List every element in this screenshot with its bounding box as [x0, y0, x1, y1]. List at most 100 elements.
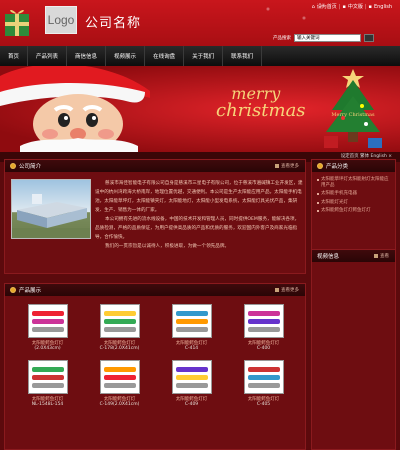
product-thumbnail[interactable]: [27, 304, 68, 338]
nav-item-about[interactable]: 关于我们: [184, 46, 224, 66]
bullet-icon: [10, 287, 16, 293]
nav-item-video[interactable]: 视频展示: [106, 46, 146, 66]
company-name: 公司名称: [85, 16, 142, 31]
product-code: C-414: [184, 346, 199, 351]
category-item[interactable]: 太阳能鳄鱼灯灯鳄鱼灯灯: [317, 208, 390, 214]
product-image: [247, 311, 280, 332]
product-grid: 太阳能鳄鱼灯灯 (2.0X43cm) 太阳能鳄鱼灯灯 C-178(2.0X41cm) 太…: [19, 304, 292, 407]
video-more-link[interactable]: 查看: [374, 253, 389, 259]
bullet-icon: [317, 163, 323, 169]
intro-text: 慈溪市海佳智能电子有限公司自身是慈溪市三星电子有限公司，位于慈溪市遍碱镇工业开发…: [95, 179, 303, 251]
tree-caption: Merry Christmas: [331, 112, 375, 118]
category-item[interactable]: 太阳能手机充电器: [317, 191, 390, 197]
video-more-label: 查看: [380, 254, 389, 259]
product-image: [31, 367, 64, 388]
logo[interactable]: Logo: [45, 6, 77, 34]
products-more-link[interactable]: 查看更多: [275, 287, 299, 293]
intro-title: 公司简介: [19, 164, 42, 170]
product-thumbnail[interactable]: [99, 304, 140, 338]
main-nav: 首页 产品列表 商信信息 视频展示 在线询盘 关于我们 联系我们: [0, 46, 400, 66]
product-card[interactable]: 太阳能鳄鱼灯灯 C-409: [163, 360, 220, 407]
category-panel: 产品分类 太阳能草坪灯太阳能射灯太阳能应用产品 太阳能手机充电器 太阳能灯光灯 …: [311, 159, 396, 254]
products-more-label: 查看更多: [281, 288, 299, 293]
product-image: [175, 311, 208, 332]
company-intro-panel: 公司简介 查看更多 慈溪市海佳智能电子有限公司自身是慈溪市三星电子有限公司，位于…: [4, 159, 306, 274]
product-code: C-149(2.0X41cm): [99, 402, 140, 407]
separator: |: [364, 3, 367, 10]
arrow-icon: [275, 288, 279, 292]
product-card[interactable]: 太阳能鳄鱼灯灯 C-178(2.0X41cm): [91, 304, 148, 351]
nav-item-products[interactable]: 产品列表: [28, 46, 68, 66]
top-link-chinese[interactable]: 中文版: [348, 3, 363, 10]
video-title: 视频信息: [317, 254, 340, 260]
arrow-icon: [275, 164, 279, 168]
christmas-tree-icon: Merry Christmas: [324, 69, 382, 148]
search-input[interactable]: [294, 34, 361, 42]
nav-item-home[interactable]: 首页: [0, 46, 29, 66]
video-panel: 视频信息 查看: [311, 249, 396, 450]
product-code: C-178(2.0X41cm): [99, 346, 140, 351]
factory-building-illustration: [12, 194, 90, 238]
product-thumbnail[interactable]: [243, 304, 284, 338]
category-title: 产品分类: [326, 164, 349, 170]
intro-paragraph: 我们的一贯宗旨是以诚待人，积极进取，为做一个领先品牌。: [105, 244, 230, 249]
flag-icon: ▪: [368, 3, 372, 10]
top-link-set-home[interactable]: 设为首页: [317, 3, 337, 10]
banner-line-2: christmas: [216, 100, 306, 121]
intro-paragraph: 慈溪市海佳智能电子有限公司自身是慈溪市三星电子有限公司，位于慈溪市遍碱镇工业开发…: [95, 181, 303, 213]
bullet-icon: [10, 163, 16, 169]
logo-text: Logo: [47, 13, 75, 27]
products-title: 产品展示: [19, 288, 42, 294]
product-code: C-405: [256, 402, 271, 407]
nav-item-contact[interactable]: 联系我们: [223, 46, 263, 66]
product-thumbnail[interactable]: [171, 304, 212, 338]
category-header: 产品分类: [312, 160, 395, 172]
category-item[interactable]: 太阳能灯光灯: [317, 200, 390, 206]
christmas-banner: merry christmas Merry Christmas: [0, 66, 400, 152]
banner-greeting: merry christmas: [206, 86, 306, 120]
nav-item-inquiry[interactable]: 在线询盘: [145, 46, 185, 66]
intro-more-link[interactable]: 查看更多: [275, 163, 299, 169]
gift-box-icon: [5, 9, 29, 36]
search-label: 产品搜索: [273, 36, 291, 41]
flag-icon: ▪: [342, 3, 346, 10]
factory-photo: [11, 179, 91, 239]
product-thumbnail[interactable]: [171, 360, 212, 394]
video-header: 视频信息 查看: [312, 250, 395, 262]
product-code: C-400: [256, 346, 271, 351]
home-icon: ⌂: [311, 3, 315, 10]
top-link-english[interactable]: English: [374, 4, 392, 10]
intro-header: 公司简介 查看更多: [5, 160, 305, 172]
product-card[interactable]: 太阳能鳄鱼灯灯 C-149(2.0X41cm): [91, 360, 148, 407]
santa-illustration: [0, 66, 150, 152]
products-header: 产品展示 查看更多: [5, 284, 305, 296]
product-image: [31, 311, 64, 332]
intro-paragraph: 本公司拥有先进的流水线设备，中国的技术开发和管理人员，同时提供OEM服务，能解决…: [95, 217, 300, 240]
separator: |: [338, 3, 341, 10]
product-code: NL-1548L-154: [31, 402, 64, 407]
product-code: C-409: [184, 402, 199, 407]
products-panel: 产品展示 查看更多 太阳能鳄鱼灯灯 (2.0X43cm) 太阳能鳄鱼灯灯 C-178(…: [4, 283, 306, 450]
intro-more-label: 查看更多: [281, 164, 299, 169]
product-image: [103, 311, 136, 332]
product-image: [103, 367, 136, 388]
product-card[interactable]: 太阳能鳄鱼灯灯 C-405: [235, 360, 292, 407]
product-card[interactable]: 太阳能鳄鱼灯灯 NL-1548L-154: [19, 360, 76, 407]
product-image: [247, 367, 280, 388]
arrow-icon: [374, 254, 378, 258]
product-code: (2.0X43cm): [34, 346, 61, 351]
product-thumbnail[interactable]: [99, 360, 140, 394]
search-bar: 产品搜索: [273, 34, 374, 42]
top-links: ⌂ 设为首页 | ▪ 中文版 | ▪ English: [311, 3, 392, 11]
product-card[interactable]: 太阳能鳄鱼灯灯 C-414: [163, 304, 220, 351]
product-card[interactable]: 太阳能鳄鱼灯灯 C-400: [235, 304, 292, 351]
category-item[interactable]: 太阳能草坪灯太阳能射灯太阳能应用产品: [317, 177, 390, 188]
nav-item-business[interactable]: 商信信息: [67, 46, 107, 66]
product-card[interactable]: 太阳能鳄鱼灯灯 (2.0X43cm): [19, 304, 76, 351]
site-header: Logo 公司名称 ⌂ 设为首页 | ▪ 中文版 | ▪ English 产品搜…: [0, 0, 400, 46]
search-button[interactable]: [364, 34, 374, 42]
product-thumbnail[interactable]: [27, 360, 68, 394]
product-image: [175, 367, 208, 388]
category-list: 太阳能草坪灯太阳能射灯太阳能应用产品 太阳能手机充电器 太阳能灯光灯 太阳能鳄鱼…: [312, 172, 395, 222]
product-thumbnail[interactable]: [243, 360, 284, 394]
